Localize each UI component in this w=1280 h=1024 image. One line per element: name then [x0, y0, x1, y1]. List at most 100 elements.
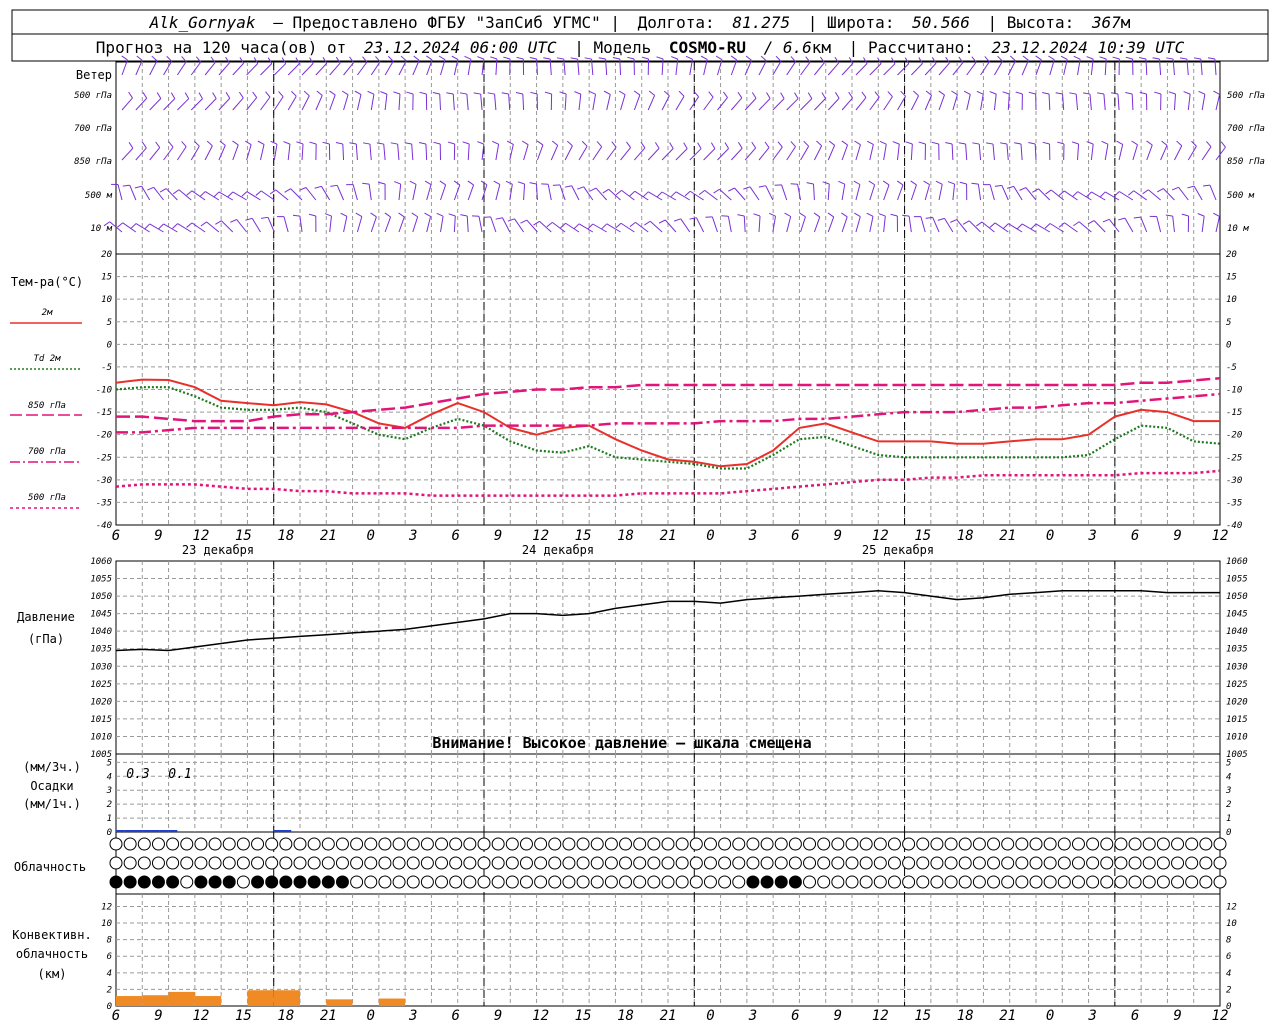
cloud-symbol — [1199, 875, 1213, 889]
wind-barb — [606, 141, 617, 161]
wind-barb-staff — [1140, 216, 1148, 233]
x-tick-label-bottom: 3 — [748, 1008, 757, 1024]
wind-barb — [918, 141, 926, 161]
cloud-symbol — [746, 856, 760, 870]
wind-barb-staff — [606, 146, 617, 161]
wind-barb-feather — [206, 140, 213, 147]
wind-barb-staff — [910, 95, 920, 111]
wind-barb-feather — [159, 188, 167, 193]
wind-barb-feather — [314, 185, 322, 189]
wind-barb-staff — [1007, 93, 1010, 111]
conv-ytick: 4 — [107, 969, 112, 979]
cloud-symbol — [576, 837, 590, 851]
x-tick-label: 9 — [154, 528, 162, 544]
wind-barb-staff — [149, 223, 164, 233]
wind-barb-staff — [129, 185, 137, 201]
cloud-symbol — [661, 875, 675, 889]
wind-barb-feather — [803, 140, 809, 147]
cloud-symbol — [123, 875, 137, 889]
cloud-symbol — [1114, 875, 1128, 889]
wind-barb — [892, 141, 900, 161]
wind-barb — [471, 215, 483, 233]
wind-barb-staff — [841, 144, 849, 161]
wind-barb-feather — [1002, 91, 1010, 95]
wind-barb-feather — [768, 212, 776, 217]
wind-barb — [446, 92, 455, 111]
wind-barb — [950, 219, 968, 233]
cloud-symbol — [463, 856, 477, 870]
cloud-symbol — [1114, 856, 1128, 870]
wind-barb — [1042, 141, 1051, 161]
wind-barb-feather — [828, 140, 835, 146]
wind-barb-feather — [215, 220, 222, 225]
temp-ytick-right: -20 — [1226, 431, 1242, 441]
wind-barb-staff — [369, 144, 372, 161]
wind-barb — [1160, 140, 1168, 161]
wind-barb — [827, 92, 840, 111]
precip-bar — [133, 830, 143, 832]
cloud-symbol — [307, 837, 321, 851]
wind-barb — [536, 140, 544, 161]
wind-barb-staff — [370, 216, 377, 233]
wind-barb — [515, 92, 525, 111]
wind-barb-staff — [190, 61, 202, 76]
wind-barb-feather — [269, 189, 277, 195]
wind-barb — [232, 140, 239, 161]
wind-barb-staff — [689, 148, 702, 161]
cloud-symbol — [1043, 837, 1057, 851]
wind-barb — [244, 140, 252, 161]
wind-barb-feather — [283, 141, 291, 145]
wind-barb — [986, 142, 995, 161]
cloud-symbols — [109, 837, 1227, 889]
precip-bar — [151, 830, 160, 832]
cloud-symbol — [562, 837, 576, 851]
wind-barb — [1183, 91, 1191, 111]
cloud-symbol — [321, 856, 335, 870]
wind-barb — [675, 142, 688, 161]
wind-barb-feather — [938, 90, 945, 96]
wind-barb-feather — [866, 212, 874, 217]
cloud-symbol — [392, 875, 406, 889]
cloud-symbol — [845, 856, 859, 870]
cloud-symbol — [562, 875, 576, 889]
cloud-symbol — [1100, 856, 1114, 870]
precip-bar — [273, 830, 283, 832]
wind-barb-staff — [648, 191, 663, 201]
wind-barb — [730, 142, 743, 161]
wind-barb — [314, 185, 331, 201]
wind-barb-staff — [786, 98, 799, 111]
wind-barb-feather — [252, 91, 258, 98]
x-tick-label-bottom: 21 — [320, 1008, 337, 1024]
cloud-symbol — [1071, 837, 1085, 851]
model-label: | Модель — [574, 38, 651, 57]
wind-barb-staff — [1091, 191, 1106, 201]
wind-barb — [493, 180, 501, 201]
wind-barb-staff — [523, 183, 526, 201]
legend-td-label: Td 2м — [33, 354, 61, 364]
wind-barb-staff — [301, 63, 314, 76]
wind-barb-staff — [149, 60, 158, 76]
wind-barb-staff — [924, 184, 931, 201]
wind-barb — [260, 91, 271, 111]
wind-barb-feather — [790, 141, 796, 147]
wind-barb-feather — [1003, 223, 1009, 229]
wind-barb — [147, 186, 164, 201]
cloud-symbol — [604, 875, 618, 889]
wind-barb-feather — [446, 92, 454, 95]
cloud-symbol — [859, 837, 873, 851]
temp-series-line — [116, 392, 1221, 434]
wind-barb — [409, 180, 417, 201]
wind-barb-staff — [966, 94, 971, 111]
wind-barb-feather — [958, 142, 966, 145]
wind-barb-staff — [841, 184, 846, 201]
cloud-symbol — [590, 837, 604, 851]
wind-barb-feather — [278, 91, 284, 97]
wind-barb-staff — [1021, 223, 1037, 233]
temp-ytick-right: -25 — [1226, 453, 1242, 463]
wind-barb-staff — [827, 184, 830, 201]
wind-barb-staff — [578, 94, 582, 111]
conv-bars — [116, 990, 406, 1006]
temp-ytick: -40 — [96, 521, 112, 531]
wind-barb-feather — [918, 141, 926, 145]
cloud-symbol — [887, 856, 901, 870]
